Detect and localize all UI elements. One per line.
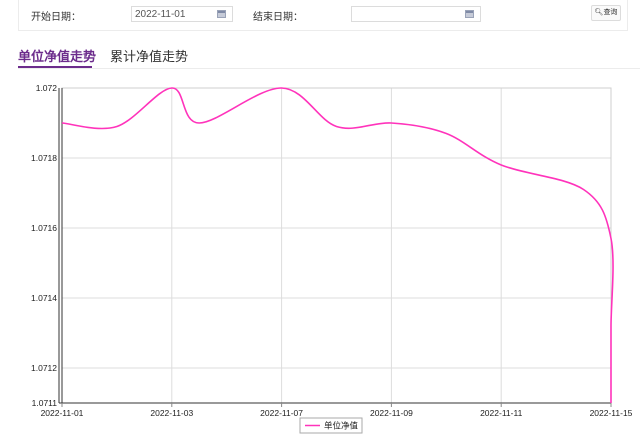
start-date-input[interactable]: 2022-11-01 — [131, 6, 233, 22]
y-axis-ticks: 1.072 1.0718 1.0716 1.0714 1.0712 1.0711 — [31, 83, 57, 408]
y-tick-label: 1.0711 — [32, 398, 58, 408]
start-date-label: 开始日期： — [31, 12, 81, 23]
tabs-divider — [18, 68, 640, 69]
calendar-icon[interactable] — [217, 10, 226, 18]
plot-border — [61, 87, 612, 404]
chart-series — [61, 87, 614, 403]
y-tick-label: 1.072 — [36, 83, 58, 93]
y-tick-label: 1.0718 — [31, 153, 57, 163]
nav-line-chart: 1.072 1.0718 1.0716 1.0714 1.0712 1.0711 2022… — [31, 83, 633, 434]
chart-axes — [58, 87, 612, 404]
y-tick-label: 1.0716 — [31, 223, 57, 233]
query-button-label: 查询 — [603, 9, 618, 16]
end-date-input[interactable] — [351, 6, 481, 22]
calendar-icon[interactable] — [465, 10, 474, 18]
x-tick-label: 2022-11-11 — [480, 408, 522, 418]
chart-legend[interactable]: 单位净值 — [299, 417, 363, 434]
legend-label: 单位净值 — [324, 421, 359, 431]
start-date-value: 2022-11-01 — [135, 9, 186, 20]
y-tick-label: 1.0712 — [31, 363, 57, 373]
x-axis-ticks: 2022-11-01 2022-11-03 2022-11-07 2022-11-09… — [41, 403, 633, 418]
tab-unit-nav[interactable]: 单位净值走势 — [18, 46, 96, 65]
series-line-0 — [61, 87, 614, 403]
end-date-label: 结束日期： — [253, 12, 303, 23]
chart-grid — [62, 88, 611, 403]
x-tick-label: 2022-11-15 — [590, 408, 633, 418]
date-filter-bar: 开始日期： 2022-11-01 结束日期： 🔍︎查询 — [18, 0, 628, 31]
x-tick-label: 2022-11-03 — [150, 408, 193, 418]
x-tick-label: 2022-11-01 — [41, 408, 84, 418]
x-tick-label: 2022-11-07 — [260, 408, 303, 418]
x-tick-label: 2022-11-09 — [370, 408, 413, 418]
y-tick-label: 1.0714 — [31, 293, 57, 303]
tab-cumulative-nav[interactable]: 累计净值走势 — [110, 46, 188, 65]
query-button[interactable]: 🔍︎查询 — [591, 5, 621, 21]
